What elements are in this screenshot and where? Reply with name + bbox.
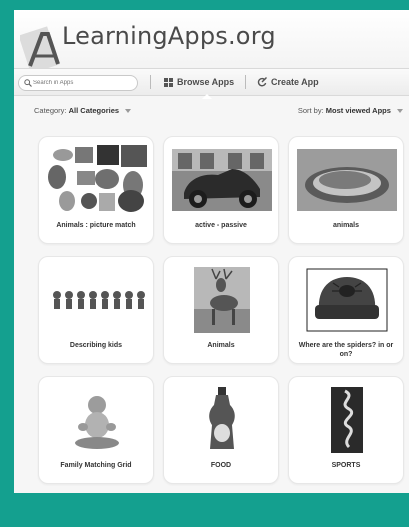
app-card[interactable]: Describing kids: [38, 256, 154, 364]
app-title: animals: [332, 222, 360, 229]
app-card[interactable]: Where are the spiders? in or on?: [288, 256, 404, 364]
app-card[interactable]: Animals: [163, 256, 279, 364]
navbar: Browse Apps Create App: [14, 68, 409, 99]
category-value: All Categories: [68, 106, 120, 115]
filter-bar: Category: All Categories Sort by: Most v…: [14, 106, 409, 120]
category-label: Category:: [34, 106, 67, 115]
app-card[interactable]: Animals : picture match: [38, 136, 154, 244]
logo-icon: [20, 26, 60, 72]
create-icon: [257, 77, 267, 87]
app-title: Animals: [207, 342, 235, 349]
app-card[interactable]: animals: [288, 136, 404, 244]
sort-value: Most viewed Apps: [325, 106, 391, 115]
app-card[interactable]: FOOD: [163, 376, 279, 484]
create-app-label: Create App: [271, 77, 319, 87]
app-card[interactable]: Family Matching Grid: [38, 376, 154, 484]
animal-collage-icon: [47, 145, 147, 215]
sleeping-cat-icon: [297, 145, 397, 215]
active-tab-indicator: [202, 94, 212, 99]
nav-divider: [150, 75, 151, 89]
app-title: Animals : picture match: [56, 222, 136, 229]
category-filter[interactable]: Category: All Categories: [34, 106, 132, 115]
chevron-down-icon: [125, 109, 132, 114]
app-title: Where are the spiders? in or on?: [298, 342, 394, 358]
app-title: Describing kids: [69, 342, 123, 349]
app-card[interactable]: active - passive: [163, 136, 279, 244]
nav-divider: [245, 75, 246, 89]
deer-icon: [172, 265, 272, 335]
app-title: FOOD: [210, 462, 232, 469]
app-title: active - passive: [195, 222, 247, 229]
browse-apps-button[interactable]: Browse Apps: [164, 74, 234, 90]
frame-left-band: [0, 0, 14, 100]
search-input[interactable]: [33, 76, 133, 90]
browse-apps-label: Browse Apps: [177, 77, 235, 87]
syrup-bottle-icon: [172, 385, 272, 455]
sort-label: Sort by:: [297, 106, 324, 115]
app-title: Family Matching Grid: [60, 462, 132, 469]
create-app-button[interactable]: Create App: [257, 74, 319, 90]
header: LearningApps.org Browse Apps: [14, 10, 409, 99]
brand-title[interactable]: LearningApps.org: [62, 22, 276, 50]
grid-icon: [164, 77, 173, 87]
vintage-car-icon: [172, 145, 272, 215]
app-card[interactable]: SPORTS: [288, 376, 404, 484]
app-window: LearningApps.org Browse Apps: [14, 10, 409, 493]
armchair-spider-icon: [297, 265, 397, 335]
search-icon: [24, 79, 32, 87]
climbing-rope-icon: [297, 385, 397, 455]
sort-filter[interactable]: Sort by: Most viewed Apps: [298, 106, 403, 115]
search-box[interactable]: [18, 75, 138, 91]
baby-icon: [47, 385, 147, 455]
frame-bottom-band: [0, 493, 409, 527]
app-title: SPORTS: [331, 462, 361, 469]
kids-row-icon: [47, 265, 147, 335]
chevron-down-icon: [397, 109, 403, 114]
